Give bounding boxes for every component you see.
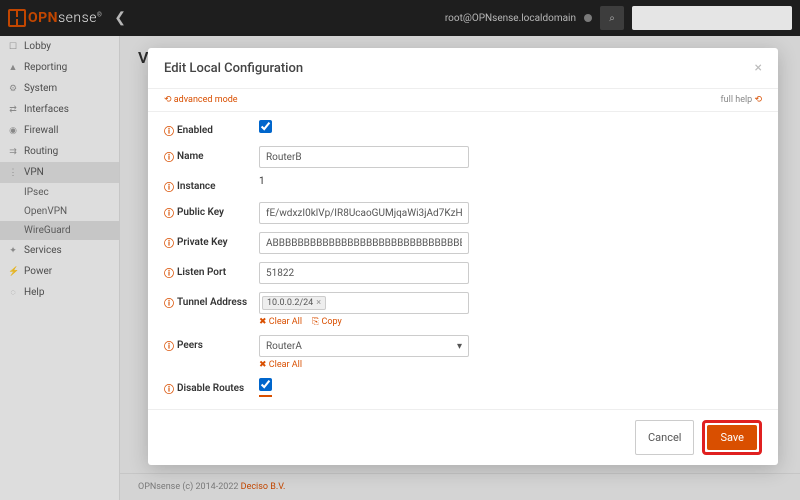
disable-routes-checkbox[interactable]	[259, 378, 272, 391]
port-label: Listen Port	[177, 267, 226, 278]
copy-link[interactable]: ⎘ Copy	[312, 317, 342, 327]
privkey-input[interactable]	[259, 232, 469, 254]
tunnel-label: Tunnel Address	[177, 297, 247, 308]
instance-value: 1	[259, 176, 762, 187]
close-icon[interactable]: ×	[755, 60, 762, 76]
toggle-icon: ⟲	[754, 95, 762, 105]
tunnel-address-input[interactable]: 10.0.0.2/24×	[259, 292, 469, 314]
advanced-mode-toggle[interactable]: ⟲ advanced mode	[164, 95, 238, 105]
info-icon[interactable]: ⓘ	[164, 123, 174, 138]
clear-all-link[interactable]: ✖ Clear All	[259, 317, 302, 327]
info-icon[interactable]: ⓘ	[164, 149, 174, 164]
full-help-toggle[interactable]: full help ⟲	[721, 95, 762, 105]
clear-all-link[interactable]: ✖ Clear All	[259, 360, 302, 370]
info-icon[interactable]: ⓘ	[164, 179, 174, 194]
peers-label: Peers	[177, 340, 203, 351]
chevron-down-icon: ▾	[457, 341, 462, 352]
save-button[interactable]: Save	[707, 425, 757, 450]
enabled-label: Enabled	[177, 125, 213, 136]
peers-select[interactable]: RouterA▾	[259, 335, 469, 357]
privkey-label: Private Key	[177, 237, 228, 248]
info-icon[interactable]: ⓘ	[164, 381, 174, 396]
name-input[interactable]	[259, 146, 469, 168]
cancel-button[interactable]: Cancel	[635, 420, 694, 455]
disable-routes-label: Disable Routes	[177, 383, 244, 394]
info-icon[interactable]: ⓘ	[164, 265, 174, 280]
instance-label: Instance	[177, 181, 216, 192]
info-icon[interactable]: ⓘ	[164, 235, 174, 250]
enabled-checkbox[interactable]	[259, 120, 272, 133]
info-icon[interactable]: ⓘ	[164, 295, 174, 310]
info-icon[interactable]: ⓘ	[164, 205, 174, 220]
info-icon[interactable]: ⓘ	[164, 338, 174, 353]
name-label: Name	[177, 151, 204, 162]
port-input[interactable]	[259, 262, 469, 284]
pubkey-input[interactable]	[259, 202, 469, 224]
modal-title: Edit Local Configuration	[164, 61, 303, 76]
remove-tag-icon[interactable]: ×	[316, 298, 321, 308]
tunnel-tag[interactable]: 10.0.0.2/24×	[262, 296, 326, 310]
edit-local-config-modal: Edit Local Configuration × ⟲ advanced mo…	[148, 48, 778, 465]
pubkey-label: Public Key	[177, 207, 224, 218]
toggle-icon: ⟲	[164, 95, 172, 105]
